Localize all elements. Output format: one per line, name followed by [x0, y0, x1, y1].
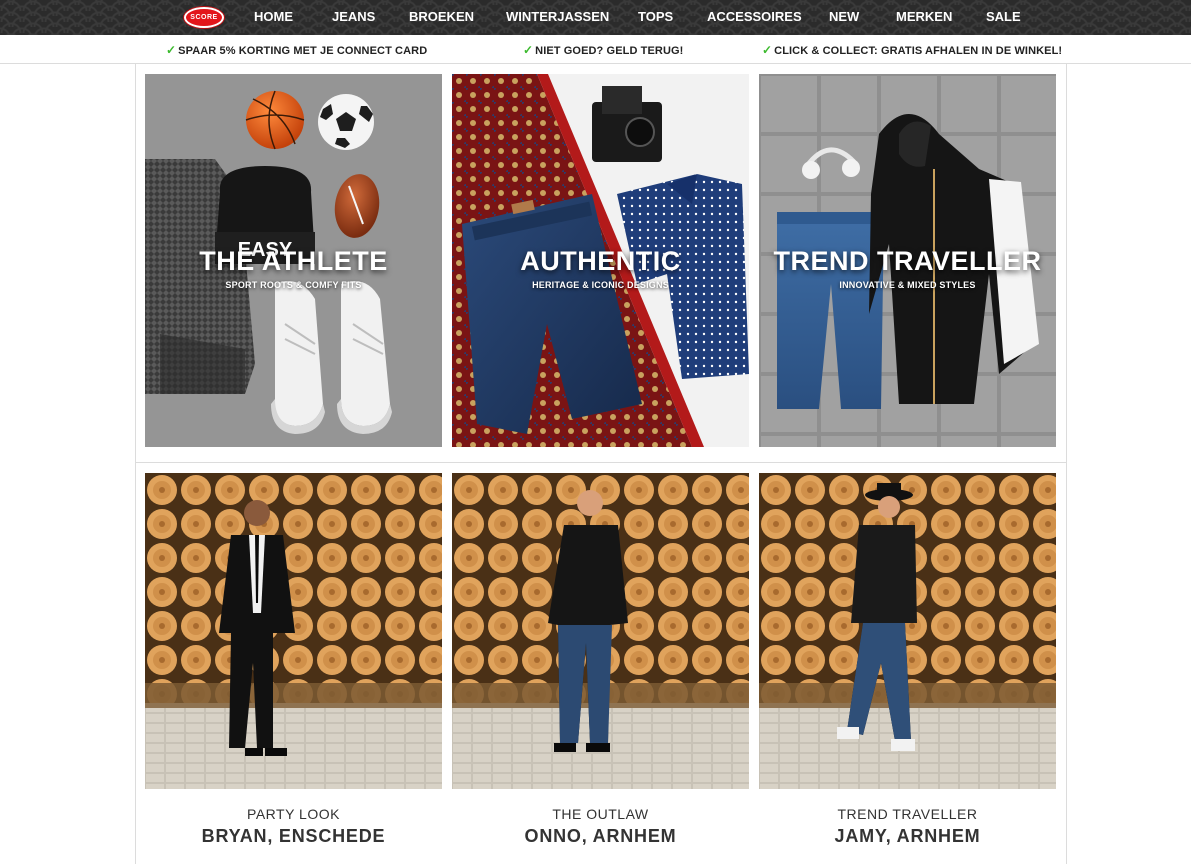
usp-text: NIET GOED? GELD TERUG!: [535, 45, 684, 57]
look-photo-bryan[interactable]: [145, 473, 442, 789]
category-title: AUTHENTIC: [520, 246, 681, 276]
usp-bar: ✓ SPAAR 5% KORTING MET JE CONNECT CARD ✓ N…: [0, 35, 1191, 64]
row-divider: [135, 462, 1066, 463]
look-label: THE OUTLAW: [552, 806, 649, 822]
nav-jeans[interactable]: JEANS: [332, 9, 375, 24]
nav-broeken[interactable]: BROEKEN: [409, 9, 474, 24]
look-name[interactable]: ONNO, ARNHEM: [452, 826, 749, 847]
usp-connect-card: ✓ SPAAR 5% KORTING MET JE CONNECT CARD: [166, 43, 427, 57]
look-label: PARTY LOOK: [247, 806, 340, 822]
category-tile-the-athlete[interactable]: EASY THE ATHLETE SPORT ROOTS & COMFY FIT…: [145, 74, 442, 447]
usp-text: SPAAR 5% KORTING MET JE CONNECT CARD: [178, 45, 428, 57]
category-tile-trend-traveller[interactable]: TREND TRAVELLER INNOVATIVE & MIXED STYLE…: [759, 74, 1056, 447]
check-icon: ✓: [523, 43, 534, 57]
check-icon: ✓: [762, 43, 773, 57]
nav-sale[interactable]: SALE: [986, 9, 1021, 24]
category-subtitle: HERITAGE & ICONIC DESIGNS: [532, 280, 669, 290]
check-icon: ✓: [166, 43, 177, 57]
nav-winterjassen[interactable]: WINTERJASSEN: [506, 9, 609, 24]
look-image: [759, 473, 1056, 789]
category-tile-authentic[interactable]: AUTHENTIC HERITAGE & ICONIC DESIGNS: [452, 74, 749, 447]
category-title: THE ATHLETE: [199, 246, 388, 276]
look-label: TREND TRAVELLER: [837, 806, 978, 822]
look-photo-jamy[interactable]: [759, 473, 1056, 789]
nav-accessoires[interactable]: ACCESSOIRES: [707, 9, 802, 24]
nav-new[interactable]: NEW: [829, 9, 859, 24]
category-subtitle: INNOVATIVE & MIXED STYLES: [839, 280, 976, 290]
nav-home[interactable]: HOME: [254, 9, 293, 24]
nav-merken[interactable]: MERKEN: [896, 9, 952, 24]
top-navigation: SCORE HOME JEANS BROEKEN WINTERJASSEN TO…: [0, 0, 1191, 35]
look-name[interactable]: BRYAN, ENSCHEDE: [145, 826, 442, 847]
category-title: TREND TRAVELLER: [773, 246, 1042, 276]
look-name[interactable]: JAMY, ARNHEM: [759, 826, 1056, 847]
category-subtitle: SPORT ROOTS & COMFY FITS: [225, 280, 362, 290]
usp-text: CLICK & COLLECT: GRATIS AFHALEN IN DE WI…: [774, 45, 1063, 57]
look-image: [452, 473, 749, 789]
nav-tops[interactable]: TOPS: [638, 9, 673, 24]
look-photo-onno[interactable]: [452, 473, 749, 789]
look-image: [145, 473, 442, 789]
score-logo[interactable]: SCORE: [184, 7, 224, 28]
usp-click-collect: ✓ CLICK & COLLECT: GRATIS AFHALEN IN DE W…: [762, 43, 1062, 57]
usp-money-back: ✓ NIET GOED? GELD TERUG!: [523, 43, 683, 57]
